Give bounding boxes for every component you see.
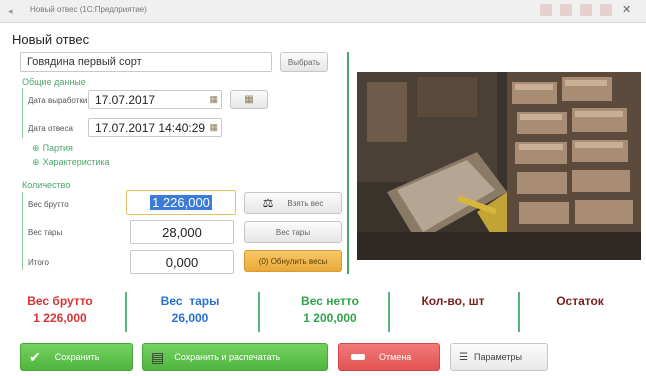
production-date-label: Дата выработки <box>28 96 88 105</box>
summary-count: Кол-во, шт <box>398 294 508 308</box>
tare-weight-button[interactable]: Вес тары <box>244 221 342 243</box>
parameters-button[interactable]: ☰ Параметры <box>450 343 548 371</box>
expand-icon: ⊕ <box>32 157 40 167</box>
summary-tare-label: Вес тары <box>160 294 220 308</box>
summary-gross: Вес брутто 1 226,000 <box>10 294 110 325</box>
summary-separator <box>258 292 260 332</box>
gross-label: Вес брутто <box>28 200 69 209</box>
weigh-date-label: Дата отвеса <box>28 124 73 133</box>
total-label: Итого <box>28 258 49 267</box>
summary-net-label: Вес нетто <box>301 294 359 308</box>
quantity-group-line <box>22 192 23 270</box>
app-icon: ◂ <box>8 6 13 16</box>
window-title: Новый отвес (1С:Предприятие) <box>30 5 147 14</box>
weigh-date-field[interactable]: 17.07.2017 14:40:29 ▦ <box>88 118 222 137</box>
total-field[interactable]: 0,000 <box>130 250 234 274</box>
summary-count-label: Кол-во, шт <box>421 294 485 308</box>
save-print-button[interactable]: ▤ Сохранить и распечатать <box>142 343 328 371</box>
product-field[interactable]: Говядина первый сорт <box>20 52 272 72</box>
summary-remainder-label: Остаток <box>556 294 604 308</box>
close-icon[interactable]: ✕ <box>622 3 631 16</box>
general-group-line <box>22 88 23 138</box>
reset-scale-button[interactable]: (0) Обнулить весы <box>244 250 342 272</box>
take-weight-button[interactable]: ⚖ Взять вес <box>244 192 342 214</box>
tare-field[interactable]: 28,000 <box>130 220 234 244</box>
summary-net-value: 1 200,000 <box>303 311 357 325</box>
window-title-bar: ◂ Новый отвес (1С:Предприятие) ✕ <box>0 0 646 23</box>
checkmark-icon: ✔ <box>29 348 41 365</box>
date-picker-button[interactable]: ▦ <box>230 90 268 109</box>
weights-icon: ⚖ <box>262 196 274 210</box>
quantity-header: Количество <box>22 180 71 190</box>
cancel-button[interactable]: Отмена <box>338 343 440 371</box>
summary-net: Вес нетто 1 200,000 <box>275 294 385 325</box>
printer-icon: ▤ <box>151 348 165 365</box>
summary-gross-label: Вес брутто <box>27 294 93 308</box>
summary-remainder: Остаток <box>530 294 630 308</box>
party-link[interactable]: ⊕ Партия <box>32 142 73 154</box>
choose-product-button[interactable]: Выбрать <box>280 52 328 72</box>
minus-icon <box>351 354 365 360</box>
product-value: Говядина первый сорт <box>27 56 142 68</box>
summary-separator <box>388 292 390 332</box>
summary-separator <box>125 292 127 332</box>
summary-separator <box>518 292 520 332</box>
characteristic-link[interactable]: ⊕ Характеристика <box>32 156 110 168</box>
summary-gross-value: 1 226,000 <box>33 311 87 325</box>
settings-icon: ☰ <box>459 351 468 363</box>
summary-tare: Вес тары 26,000 <box>140 294 240 325</box>
warehouse-photo <box>357 72 641 260</box>
window-minimize-icon[interactable] <box>600 4 612 16</box>
form-separator <box>347 52 349 274</box>
window-menu-icon[interactable] <box>540 4 552 16</box>
production-date-field[interactable]: 17.07.2017 ▦ <box>88 90 222 109</box>
calendar-icon: ▦ <box>244 94 254 105</box>
tare-label: Вес тары <box>28 228 63 237</box>
general-data-header: Общие данные <box>22 77 86 87</box>
expand-icon: ⊕ <box>32 143 40 153</box>
window-star-icon[interactable] <box>560 4 572 16</box>
calendar-icon[interactable]: ▦ <box>209 94 218 105</box>
page-title: Новый отвес <box>12 32 90 47</box>
summary-tare-value: 26,000 <box>171 311 209 325</box>
calendar-icon[interactable]: ▦ <box>209 122 218 133</box>
save-button[interactable]: ✔ Сохранить <box>20 343 133 371</box>
window-link-icon[interactable] <box>580 4 592 16</box>
gross-field[interactable]: 1 226,000 <box>126 190 236 215</box>
camera-image <box>357 72 641 260</box>
